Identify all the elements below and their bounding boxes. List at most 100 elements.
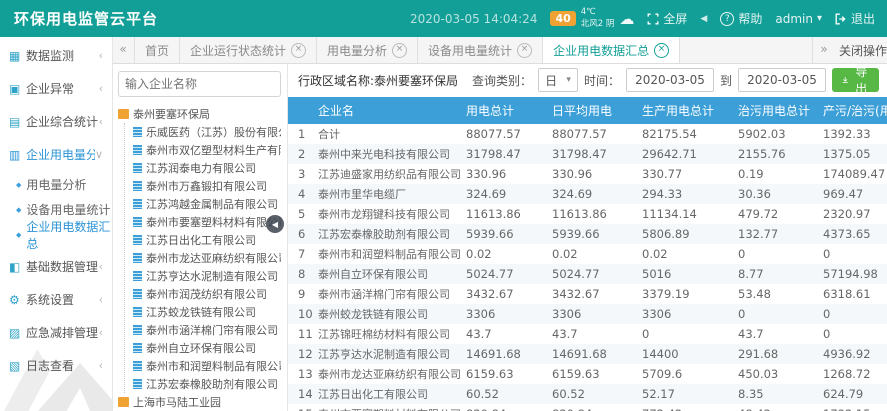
table-row[interactable]: 1合计88077.5788077.5782175.545902.031392.3… bbox=[288, 124, 887, 144]
tree-company-node[interactable]: 江苏鸿越金属制品有限公司 bbox=[133, 195, 281, 213]
close-icon[interactable]: × bbox=[517, 43, 532, 58]
tab-item[interactable]: 设备用电量统计× bbox=[418, 37, 543, 63]
tree-company-node[interactable]: 泰州自立环保有限公司 bbox=[133, 339, 281, 357]
tree-company-node[interactable]: 江苏亨达水泥制造有限公司 bbox=[133, 267, 281, 285]
sidebar-item[interactable]: ▨应急减排管理‹ bbox=[0, 316, 112, 349]
to-label: 到 bbox=[720, 72, 732, 89]
tree-company-node[interactable]: 江苏日出化工有限公司 bbox=[133, 231, 281, 249]
tab-item[interactable]: 首页 bbox=[135, 37, 180, 63]
value-cell: 0.02 bbox=[460, 244, 546, 264]
help-button[interactable]: ? 帮助 bbox=[720, 10, 762, 27]
company-icon bbox=[133, 199, 142, 209]
value-cell: 1392.33 bbox=[817, 124, 887, 144]
chevron-down-icon: ▾ bbox=[817, 13, 822, 24]
logout-icon bbox=[835, 13, 847, 25]
tree-company-node[interactable]: 泰州市万鑫锻扣有限公司 bbox=[133, 177, 281, 195]
tabs-scroll-left-icon[interactable]: « bbox=[112, 37, 135, 63]
close-icon[interactable]: × bbox=[654, 43, 669, 58]
tree-node-label: 上海市马陆工业园 bbox=[133, 394, 221, 410]
tree-company-node[interactable]: 泰州市双亿塑型材料生产有限公司 bbox=[133, 141, 281, 159]
tree-company-node[interactable]: 泰州市和润塑料制品有限公司 bbox=[133, 357, 281, 375]
close-icon[interactable]: × bbox=[392, 43, 407, 58]
table-row[interactable]: 11江苏锦旺棉纺材料有限公司43.743.7043.70 bbox=[288, 324, 887, 344]
bullet-icon: ◆ bbox=[16, 206, 21, 214]
table-row[interactable]: 6江苏宏泰橡胶助剂有限公司5939.665939.665806.89132.77… bbox=[288, 224, 887, 244]
sidebar-subitem[interactable]: ◆企业用电数据汇总 bbox=[0, 222, 112, 247]
tree-company-node[interactable]: 泰州市要塞塑料材料有限公司 bbox=[133, 213, 281, 231]
sidebar-item[interactable]: ⚙系统设置‹ bbox=[0, 283, 112, 316]
table-row[interactable]: 12江苏亨达水泥制造有限公司14691.6814691.6814400291.6… bbox=[288, 344, 887, 364]
tree-company-node[interactable]: 江苏宏泰橡胶助剂有限公司 bbox=[133, 375, 281, 393]
menu-icon: ▧ bbox=[9, 359, 26, 373]
sidebar-item[interactable]: ▦数据监测‹ bbox=[0, 39, 112, 72]
column-header[interactable]: 日平均用电 bbox=[546, 97, 636, 124]
column-header[interactable]: 企业名 bbox=[288, 97, 460, 124]
tree-company-node[interactable]: 泰州市润茂纺织有限公司 bbox=[133, 285, 281, 303]
company-name: 泰州蛟龙铁链有限公司 bbox=[318, 308, 428, 321]
table-row[interactable]: 2泰州中来光电科技有限公司31798.4731798.4729642.71215… bbox=[288, 144, 887, 164]
user-menu[interactable]: admin ▾ bbox=[775, 12, 822, 26]
export-button[interactable]: 导出 bbox=[832, 68, 879, 92]
sidebar-item[interactable]: ▤企业综合统计‹ bbox=[0, 105, 112, 138]
table-row[interactable]: 7泰州市和润塑料制品有限公司0.020.020.0200 bbox=[288, 244, 887, 264]
tab-item[interactable]: 企业运行状态统计× bbox=[180, 37, 317, 63]
tab-item[interactable]: 企业用电数据汇总 × bbox=[543, 37, 680, 63]
company-search-input[interactable] bbox=[118, 71, 281, 97]
sidebar-menu: ▦数据监测‹▣企业异常‹▤企业综合统计‹▥企业用电量分析∨◆用电量分析◆设备用电… bbox=[0, 37, 112, 382]
tab-label: 企业用电数据汇总 bbox=[553, 42, 649, 59]
tree-company-node[interactable]: 江苏润泰电力有限公司 bbox=[133, 159, 281, 177]
tree-company-node[interactable]: 乐威医药（江苏）股份有限公司 bbox=[133, 123, 281, 141]
company-name: 江苏迪盛家用纺织品有限公司 bbox=[318, 168, 460, 181]
table-row[interactable]: 4泰州市里华电缆厂324.69324.69294.3330.36969.47 bbox=[288, 184, 887, 204]
value-cell: 11613.86 bbox=[460, 204, 546, 224]
table-row[interactable]: 14江苏日出化工有限公司60.5260.5252.178.35624.79 bbox=[288, 384, 887, 404]
column-header[interactable]: 产污/治污(用电) bbox=[817, 97, 887, 124]
sidebar-subitem-label: 用电量分析 bbox=[26, 176, 86, 193]
header-toolbar: 2020-03-05 14:04:24 40 4℃ 北风2 阴 ☁ 全屏 ◀ ?… bbox=[410, 7, 887, 29]
company-name: 江苏宏泰橡胶助剂有限公司 bbox=[318, 228, 450, 241]
table-row[interactable]: 3江苏迪盛家用纺织品有限公司330.96330.96330.770.191740… bbox=[288, 164, 887, 184]
table-row[interactable]: 10泰州蛟龙铁链有限公司33063306330600 bbox=[288, 304, 887, 324]
sidebar-item[interactable]: ▥企业用电量分析∨ bbox=[0, 138, 112, 171]
sidebar-item[interactable]: ▣企业异常‹ bbox=[0, 72, 112, 105]
row-index: 9 bbox=[298, 287, 318, 301]
tabs-scroll-right-icon[interactable]: » bbox=[812, 37, 835, 63]
tab-item[interactable]: 用电量分析× bbox=[317, 37, 418, 63]
fullscreen-button[interactable]: 全屏 bbox=[647, 10, 687, 27]
column-header[interactable]: 生产用电总计 bbox=[636, 97, 732, 124]
column-header[interactable]: 用电总计 bbox=[460, 97, 546, 124]
help-icon: ? bbox=[720, 12, 734, 26]
close-operations-menu[interactable]: 关闭操作 bbox=[835, 42, 887, 59]
date-to-input[interactable] bbox=[738, 68, 826, 92]
header-collapse-icon[interactable]: ◀ bbox=[700, 14, 707, 24]
chevron-icon: ‹ bbox=[99, 293, 103, 306]
sidebar-item[interactable]: ◧基础数据管理‹ bbox=[0, 250, 112, 283]
table-row[interactable]: 15泰州市要塞塑料材料有限公司820.84820.84772.4248.4217… bbox=[288, 404, 887, 411]
tree-company-node[interactable]: 江苏蛟龙铁链有限公司 bbox=[133, 303, 281, 321]
close-icon[interactable]: × bbox=[291, 43, 306, 58]
table-row[interactable]: 9泰州市涵洋棉门帘有限公司3432.673432.673379.1953.486… bbox=[288, 284, 887, 304]
table-row[interactable]: 13泰州市龙达亚麻纺织有限公司6159.636159.635709.6450.0… bbox=[288, 364, 887, 384]
panel-collapse-button[interactable]: ◀ bbox=[266, 215, 284, 233]
company-icon bbox=[133, 307, 142, 317]
value-cell: 5806.89 bbox=[636, 224, 732, 244]
value-cell: 3306 bbox=[460, 304, 546, 324]
tree-company-node[interactable]: 泰州市涵洋棉门帘有限公司 bbox=[133, 321, 281, 339]
value-cell: 132.77 bbox=[732, 224, 817, 244]
export-label: 导出 bbox=[853, 63, 869, 97]
tree-org-node[interactable]: 泰州要塞环保局 bbox=[118, 105, 281, 123]
table-row[interactable]: 5泰州市龙翔键科技有限公司11613.8611613.8611134.14479… bbox=[288, 204, 887, 224]
region-label: 行政区域名称:泰州要塞环保局 bbox=[298, 72, 458, 89]
tree-company-node[interactable]: 泰州市龙达亚麻纺织有限公司 bbox=[133, 249, 281, 267]
sidebar-item[interactable]: ▧日志查看‹ bbox=[0, 349, 112, 382]
date-from-input[interactable] bbox=[626, 68, 714, 92]
column-header[interactable]: 治污用电总计 bbox=[732, 97, 817, 124]
logout-button[interactable]: 退出 bbox=[835, 10, 875, 27]
tree-node-label: 江苏宏泰橡胶助剂有限公司 bbox=[146, 376, 278, 392]
menu-icon: ▦ bbox=[9, 49, 26, 63]
category-select[interactable]: 日 ▾ bbox=[538, 68, 578, 92]
sidebar-subitem[interactable]: ◆用电量分析 bbox=[0, 172, 112, 197]
tree-org-node[interactable]: 上海市马陆工业园 bbox=[118, 393, 281, 411]
table-row[interactable]: 8泰州自立环保有限公司5024.775024.7750168.7757194.9… bbox=[288, 264, 887, 284]
tree-node-label: 泰州市和润塑料制品有限公司 bbox=[146, 358, 281, 374]
